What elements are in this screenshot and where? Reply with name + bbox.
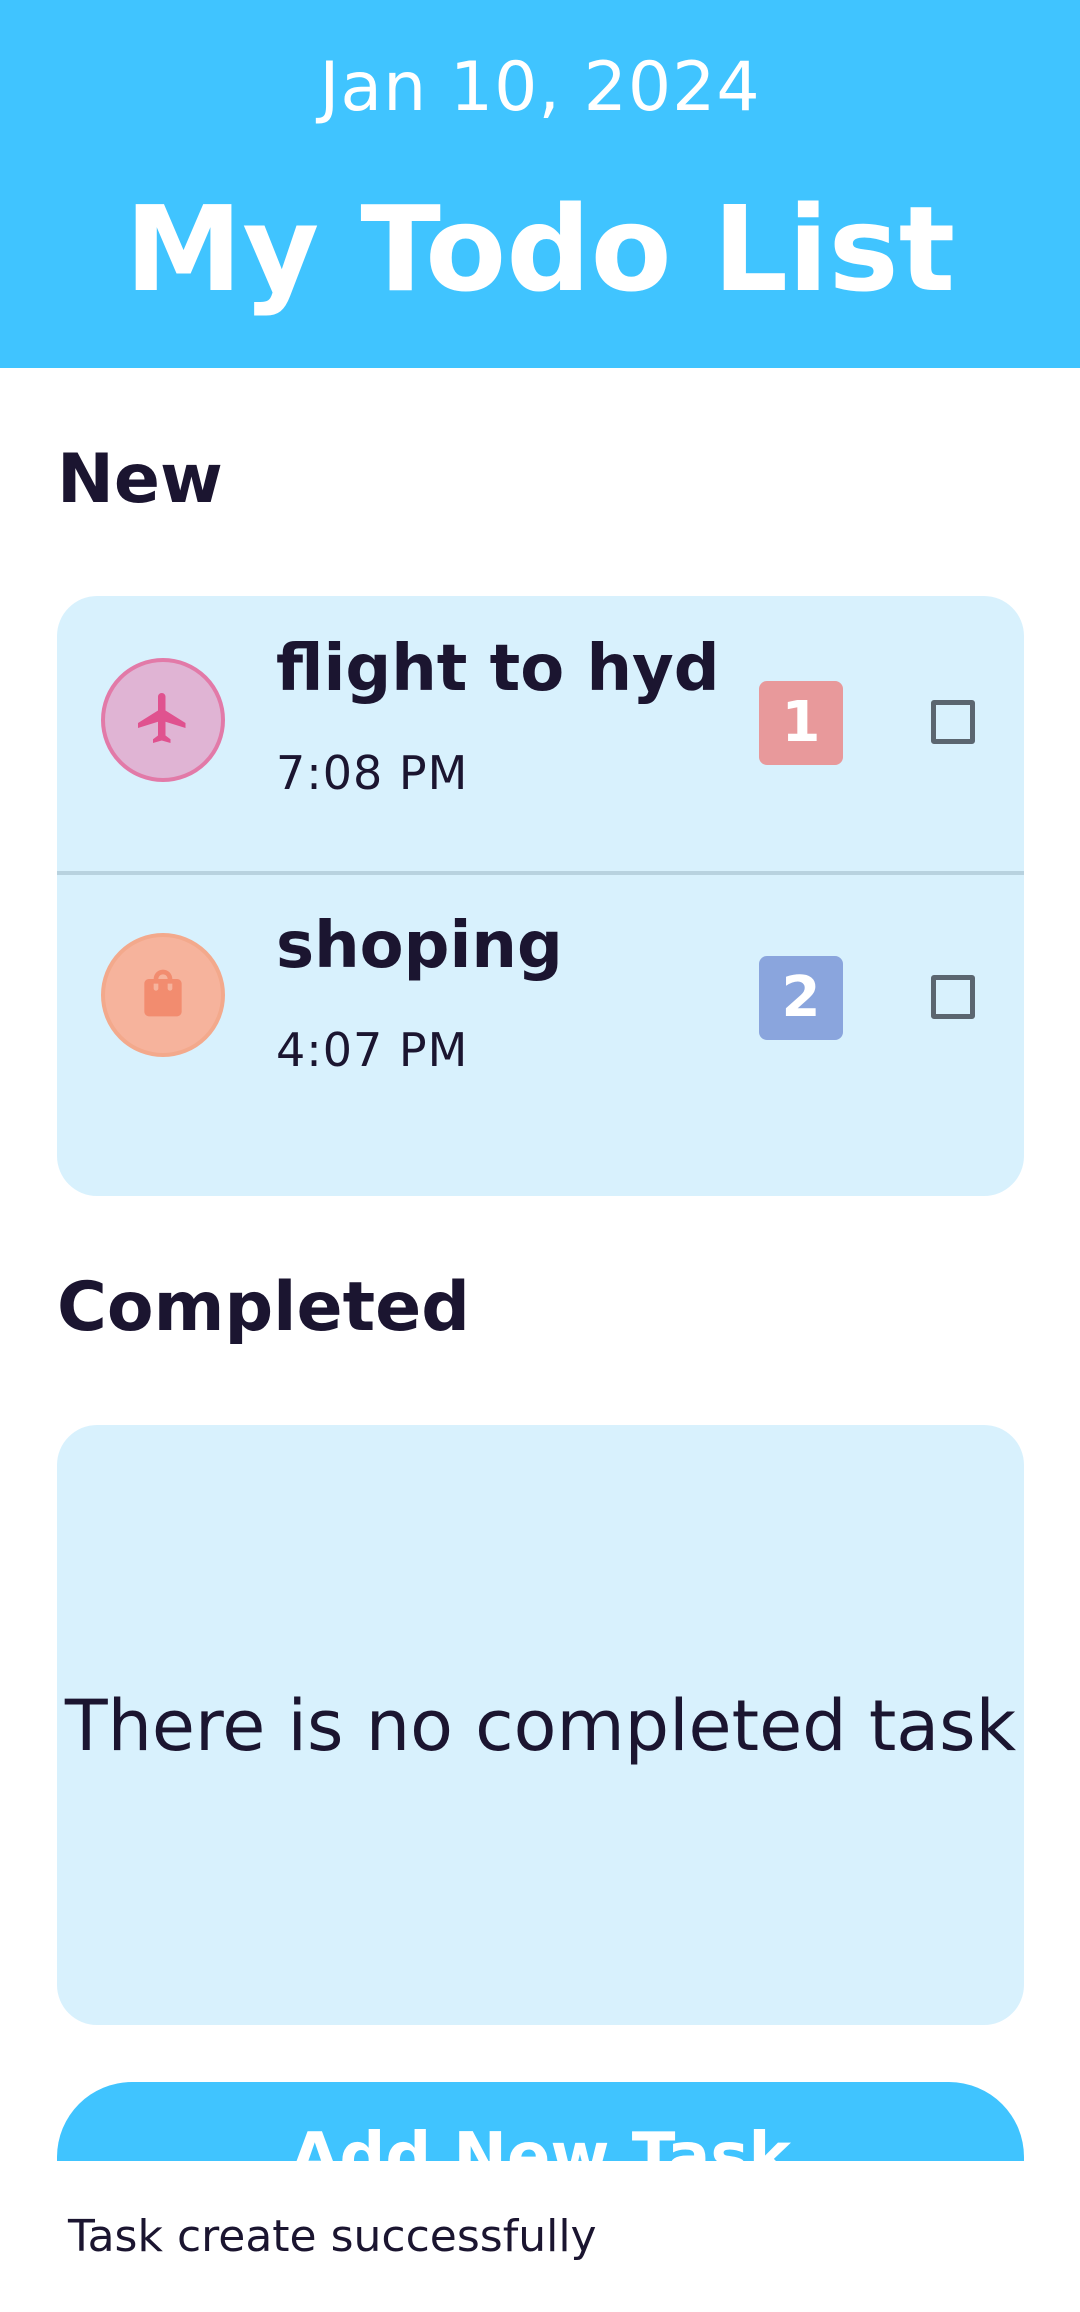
task-checkbox[interactable] [931, 700, 975, 744]
section-label-completed: Completed [57, 1268, 470, 1347]
task-title: shoping [276, 909, 563, 983]
section-label-new: New [57, 440, 223, 519]
task-checkbox[interactable] [931, 975, 975, 1019]
category-badge [101, 658, 225, 782]
snackbar-message: Task create successfully [68, 2211, 597, 2262]
airplane-icon [133, 688, 193, 752]
priority-badge: 2 [759, 956, 843, 1040]
completed-tasks-card: There is no completed task [57, 1425, 1024, 2025]
header-date: Jan 10, 2024 [319, 48, 761, 127]
app-header: Jan 10, 2024 My Todo List [0, 0, 1080, 368]
priority-badge: 1 [759, 681, 843, 765]
task-title: flight to hyd [276, 632, 720, 706]
shopping-bag-icon [135, 965, 191, 1025]
list-item[interactable]: flight to hyd 7:08 PM 1 [57, 596, 1024, 875]
page-title: My Todo List [124, 180, 956, 318]
snackbar: Task create successfully [0, 2161, 1080, 2312]
task-time: 7:08 PM [276, 746, 469, 800]
empty-state-text: There is no completed task [64, 1685, 1017, 1767]
task-time: 4:07 PM [276, 1023, 469, 1077]
new-tasks-card: flight to hyd 7:08 PM 1 shoping 4:07 PM … [57, 596, 1024, 1196]
list-item[interactable]: shoping 4:07 PM 2 [57, 875, 1024, 1172]
category-badge [101, 933, 225, 1057]
